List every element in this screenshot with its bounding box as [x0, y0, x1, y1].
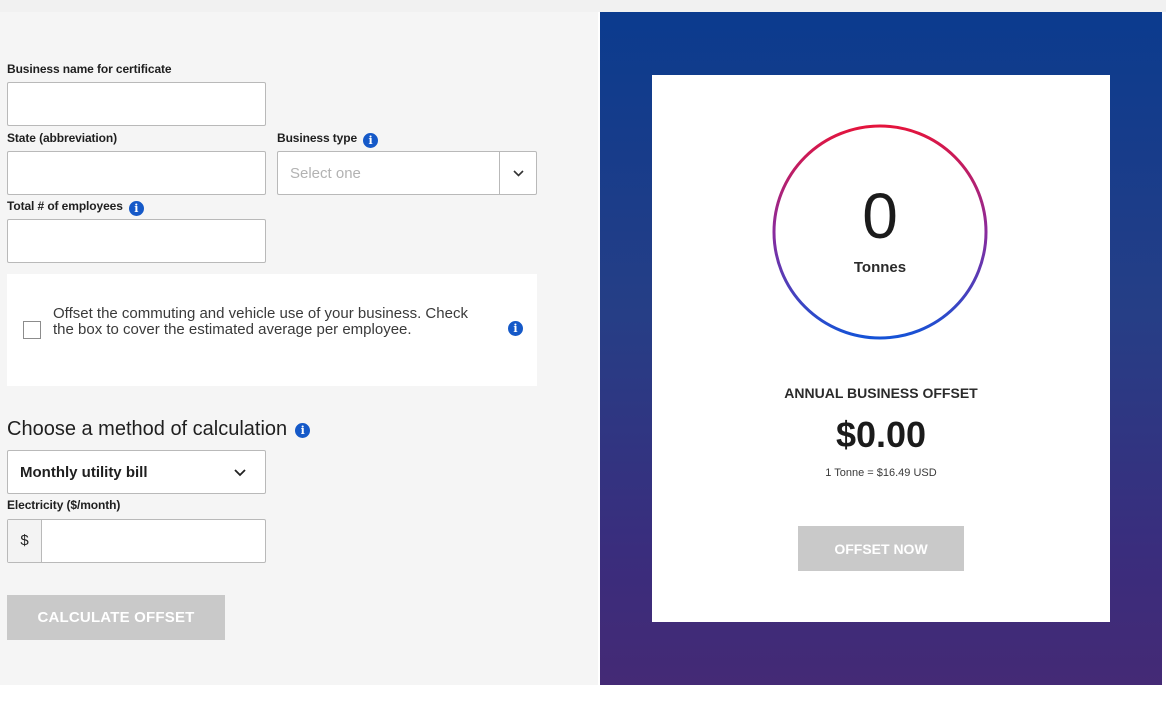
business-name-label: Business name for certificate [7, 62, 172, 76]
offset-summary-panel: 0 Tonnes ANNUAL BUSINESS OFFSET $0.00 1 … [600, 12, 1162, 685]
business-type-label: Business type i [277, 131, 379, 148]
employees-label: Total # of employees i [7, 199, 144, 216]
chevron-down-icon [513, 170, 524, 177]
state-input[interactable] [7, 151, 266, 195]
commute-offset-card: Offset the commuting and vehicle use of … [7, 274, 537, 386]
business-type-label-text: Business type [277, 131, 358, 145]
commute-offset-checkbox[interactable] [23, 321, 41, 339]
calculate-offset-button[interactable]: CALCULATE OFFSET [7, 595, 225, 640]
tonnes-value: 0 [862, 180, 898, 252]
tonnes-unit: Tonnes [853, 259, 907, 276]
offset-summary-card: 0 Tonnes ANNUAL BUSINESS OFFSET $0.00 1 … [652, 75, 1110, 622]
business-type-dropdown-button[interactable] [499, 152, 537, 194]
currency-prefix: $ [8, 520, 42, 562]
state-label: State (abbreviation) [7, 131, 118, 145]
employees-input[interactable] [7, 219, 266, 263]
info-icon[interactable]: i [295, 423, 311, 438]
info-icon[interactable]: i [128, 201, 144, 216]
business-type-placeholder: Select one [290, 165, 361, 182]
electricity-label: Electricity ($/month) [7, 498, 121, 512]
offset-amount: $0.00 [835, 414, 927, 455]
business-name-input[interactable] [7, 82, 266, 126]
commute-offset-text: Offset the commuting and vehicle use of … [53, 305, 468, 338]
offset-now-button[interactable]: OFFSET NOW [798, 526, 964, 571]
chevron-down-icon [234, 469, 246, 477]
method-selected-value: Monthly utility bill [20, 464, 148, 481]
method-title: Choose a method of calculation i [7, 418, 311, 441]
method-select[interactable]: Monthly utility bill [7, 450, 266, 494]
info-icon[interactable]: i [363, 133, 379, 148]
method-title-text: Choose a method of calculation [7, 418, 288, 440]
annual-offset-heading: ANNUAL BUSINESS OFFSET [784, 385, 978, 401]
employees-label-text: Total # of employees [7, 199, 123, 213]
tonne-rate: 1 Tonne = $16.49 USD [825, 467, 937, 479]
electricity-field: $ [7, 519, 266, 563]
top-strip [0, 0, 1166, 12]
info-icon[interactable]: i [508, 321, 523, 336]
electricity-input[interactable] [42, 520, 264, 562]
business-type-select[interactable]: Select one [277, 151, 537, 195]
